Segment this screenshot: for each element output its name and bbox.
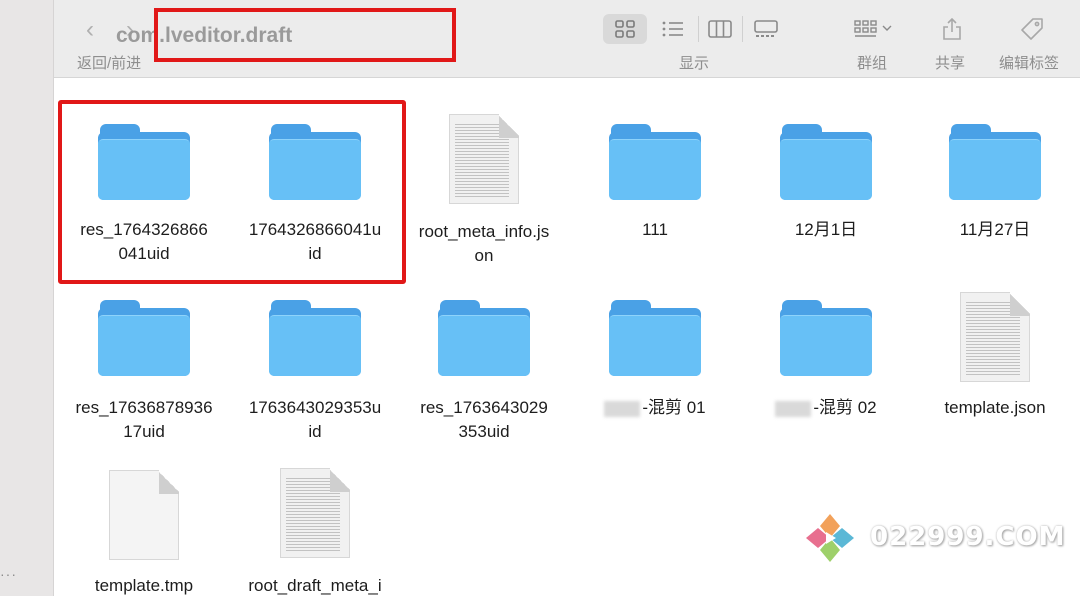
gallery-icon[interactable] [744,14,788,44]
file-name: -混剪 02 [813,398,877,417]
watermark: 022999.COM [800,510,1064,570]
file-item-folder[interactable]: 111 [570,122,740,242]
file-name-row: -混剪 01 [570,396,740,420]
view-label: 显示 [679,55,710,72]
folder-icon [780,298,872,378]
document-icon [280,468,350,558]
group-icon[interactable] [846,14,900,44]
redacted-text [775,400,812,417]
share-label: 共享 [935,55,966,72]
chevron-left-icon[interactable]: ‹ [86,18,94,42]
title-highlight-box [154,8,456,62]
sidebar-more-icon[interactable]: ··· [0,566,17,582]
file-name: 11月27日 [959,220,1031,239]
document-icon [960,292,1030,382]
file-name: -混剪 01 [642,398,706,417]
folder-icon [780,122,872,202]
sidebar: ··· [0,0,54,596]
file-name: res_1763643029 353uid [420,398,548,441]
folder-icon [98,298,190,378]
grid-icon[interactable] [603,14,647,44]
file-item-folder[interactable]: 11月27日 [910,122,1080,242]
file-item-folder[interactable]: -混剪 02 [741,298,911,420]
file-item-folder[interactable]: 1763643029353u id [230,298,400,444]
file-name: root_meta_info.js on [418,222,550,265]
folder-icon [609,298,701,378]
file-name: root_draft_meta_i [248,576,382,595]
folder-icon [269,298,361,378]
share-icon[interactable] [930,14,974,44]
file-name: res_17636878936 17uid [75,398,213,441]
file-name: template.tmp [94,576,194,595]
file-name: template.json [944,398,1046,417]
file-item-folder[interactable]: res_17636878936 17uid [59,298,229,444]
file-name: 111 [642,220,668,239]
redacted-text [604,400,641,417]
file-item-folder[interactable]: res_1763643029 353uid [399,298,569,444]
folder-icon [438,298,530,378]
folder-icon [949,122,1041,202]
columns-icon[interactable] [698,14,742,44]
folder-icon [609,122,701,202]
edit-tags-label: 编辑标签 [999,55,1060,72]
file-name: 1763643029353u id [248,398,382,441]
list-icon[interactable] [651,14,695,44]
file-item-document[interactable]: root_meta_info.js on [399,114,569,268]
tag-icon[interactable] [1010,14,1054,44]
group-label: 群组 [857,55,888,72]
file-name: 12月1日 [794,220,858,239]
selection-highlight-box [58,100,406,284]
file-item-folder[interactable]: 12月1日 [741,122,911,242]
blank-file-icon [109,470,179,560]
toolbar-separator [742,16,743,42]
file-item-blank[interactable]: template.tmp [59,470,229,596]
back-forward-label: 返回/前进 [77,55,142,72]
file-item-folder[interactable]: -混剪 01 [570,298,740,420]
file-name-row: -混剪 02 [741,396,911,420]
file-item-document[interactable]: template.json [910,292,1080,420]
document-icon [449,114,519,204]
watermark-logo-icon [806,514,854,562]
watermark-text: 022999.COM [870,522,1066,552]
file-item-document[interactable]: root_draft_meta_i [230,468,400,596]
